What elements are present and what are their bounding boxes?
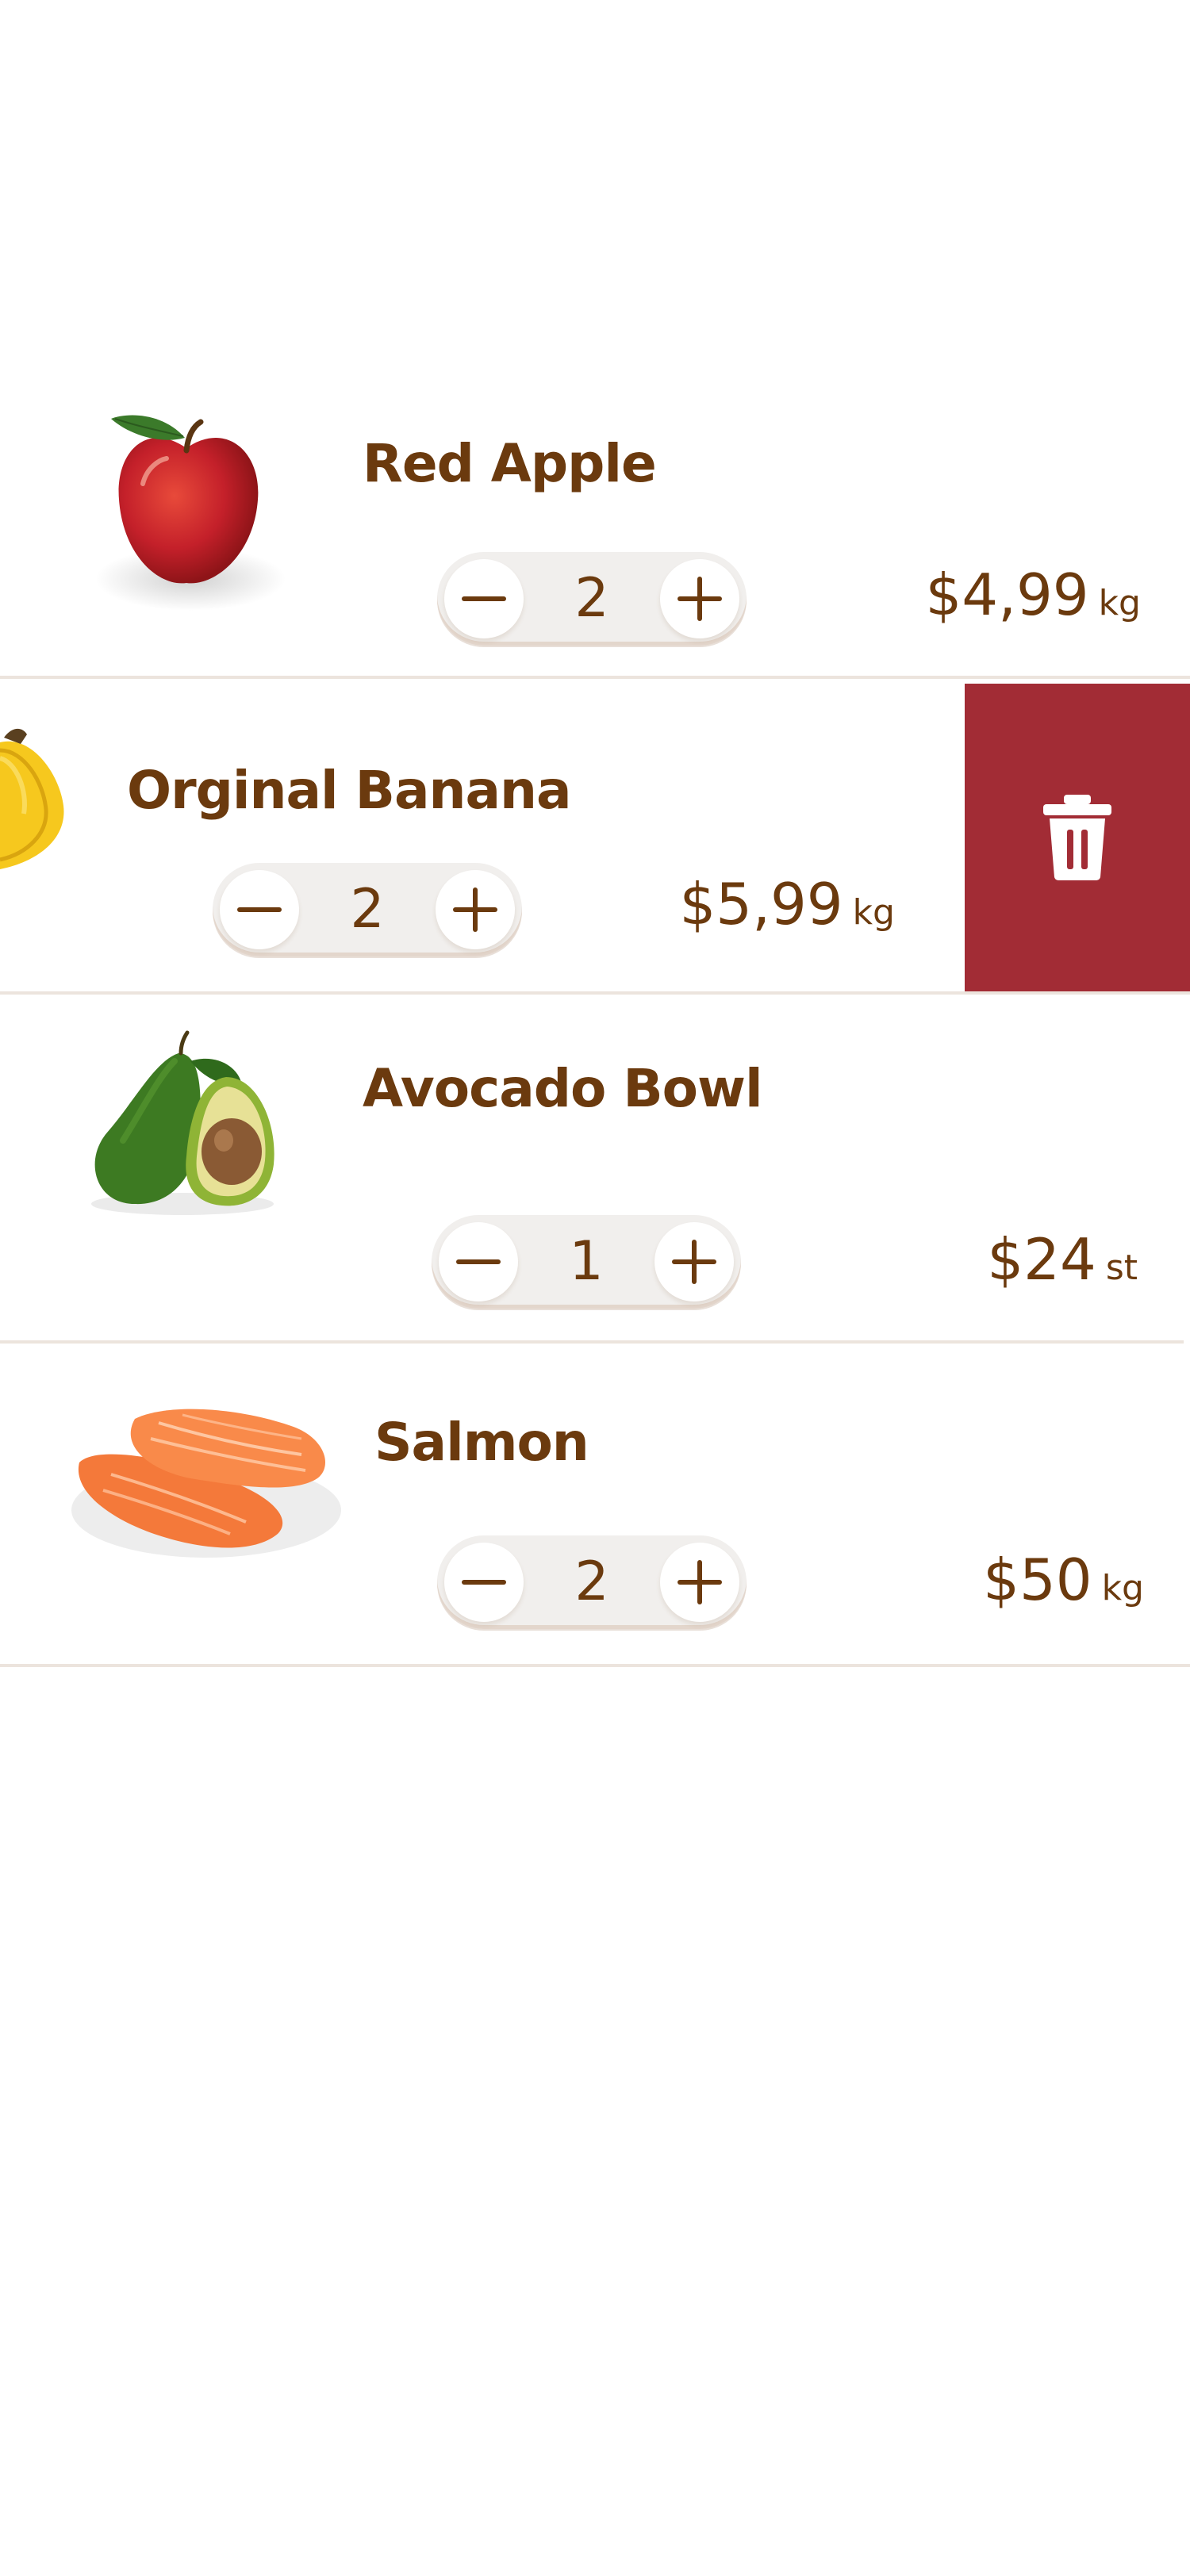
avocado-image: [91, 1030, 274, 1215]
plus-icon: [672, 1240, 716, 1284]
price-unit: kg: [1098, 583, 1141, 623]
increase-quantity-button[interactable]: [660, 559, 739, 638]
price-unit: kg: [852, 892, 895, 933]
quantity-value: 2: [574, 1551, 609, 1613]
item-name: Red Apple: [363, 433, 657, 494]
minus-icon: [462, 596, 506, 601]
minus-icon: [237, 907, 282, 912]
increase-quantity-button[interactable]: [654, 1222, 734, 1301]
item-price: $5,99 kg: [679, 876, 895, 933]
row-divider: [0, 1664, 1190, 1667]
salmon-image: [71, 1409, 341, 1558]
cart-item-salmon[interactable]: Salmon 2 $50 kg: [0, 1344, 1190, 1664]
price-unit: st: [1105, 1248, 1138, 1288]
item-name: Orginal Banana: [127, 760, 572, 821]
plus-icon: [678, 1560, 722, 1604]
item-price: $4,99 kg: [925, 566, 1141, 623]
increase-quantity-button[interactable]: [660, 1543, 739, 1622]
price-amount: $50: [983, 1547, 1092, 1613]
item-name: Avocado Bowl: [363, 1058, 763, 1119]
quantity-stepper: 2: [437, 1535, 747, 1629]
red-apple-image: [95, 415, 286, 611]
cart-item-avocado-bowl[interactable]: Avocado Bowl 1 $24 st: [0, 995, 1190, 1342]
decrease-quantity-button[interactable]: [439, 1222, 518, 1301]
quantity-stepper: 2: [437, 552, 747, 646]
minus-icon: [456, 1259, 501, 1264]
price-amount: $5,99: [679, 871, 843, 937]
banana-image: [0, 728, 64, 869]
price-amount: $4,99: [925, 562, 1089, 628]
quantity-value: 2: [574, 567, 609, 630]
delete-item-button[interactable]: [965, 684, 1190, 991]
plus-icon: [453, 887, 497, 932]
decrease-quantity-button[interactable]: [444, 559, 524, 638]
decrease-quantity-button[interactable]: [444, 1543, 524, 1622]
plus-icon: [678, 577, 722, 621]
quantity-value: 2: [350, 878, 385, 941]
minus-icon: [462, 1580, 506, 1585]
decrease-quantity-button[interactable]: [220, 870, 299, 949]
cart-item-orginal-banana[interactable]: Orginal Banana 2 $5,99 kg: [0, 679, 1190, 991]
quantity-stepper: 2: [213, 863, 522, 956]
trash-icon: [1043, 795, 1111, 880]
item-name: Salmon: [374, 1412, 589, 1473]
item-price: $50 kg: [983, 1551, 1144, 1608]
price-amount: $24: [987, 1226, 1096, 1293]
item-price: $24 st: [987, 1231, 1138, 1288]
price-unit: kg: [1101, 1568, 1144, 1608]
quantity-stepper: 1: [432, 1215, 741, 1309]
quantity-value: 1: [569, 1230, 604, 1293]
increase-quantity-button[interactable]: [436, 870, 515, 949]
cart-item-red-apple[interactable]: Red Apple 2 $4,99 kg: [0, 349, 1190, 676]
